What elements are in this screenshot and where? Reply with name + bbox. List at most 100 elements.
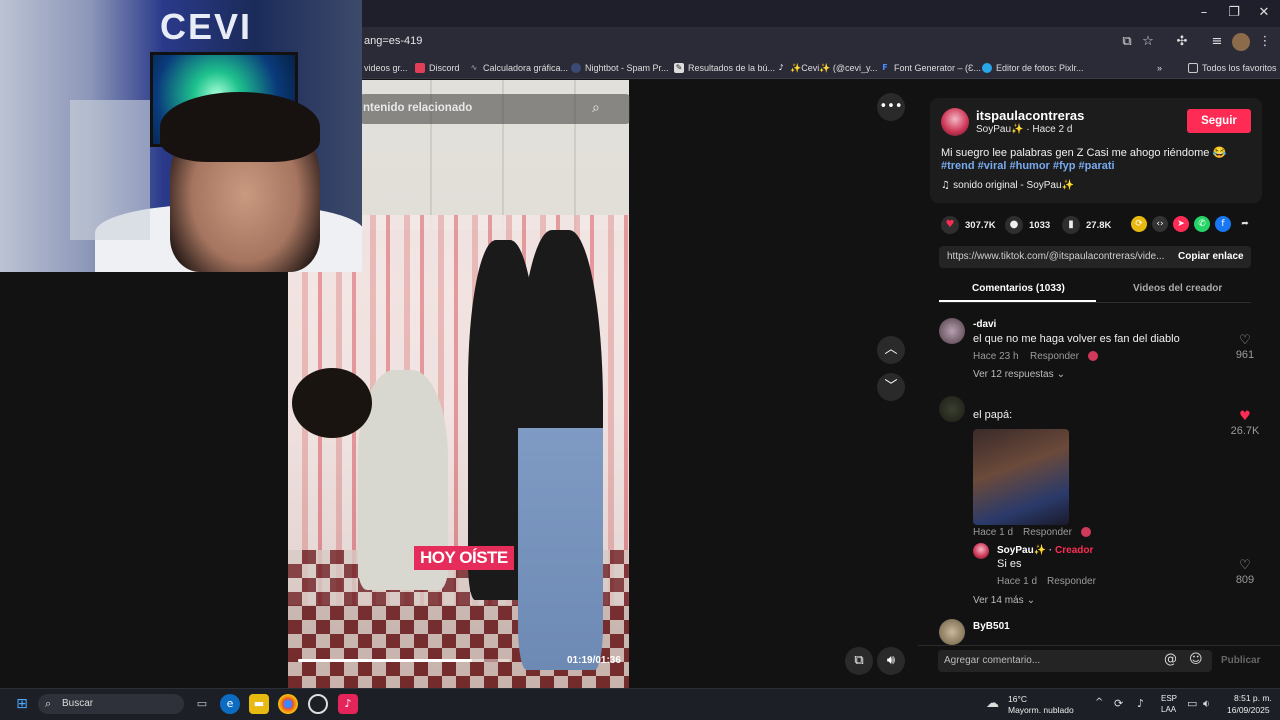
comment-liked-heart-icon[interactable]: ♥	[1230, 409, 1260, 424]
creator-subline: SoyPau✨ · Hace 2 d	[976, 124, 1073, 135]
like-stat[interactable]: ♥ 307.7K	[941, 216, 996, 234]
install-app-icon[interactable]: ⧉	[1118, 33, 1136, 51]
tray-chevron-up-icon[interactable]: ^	[1095, 697, 1103, 708]
obs-icon[interactable]	[308, 694, 328, 714]
microphone-icon[interactable]: ♪	[1137, 697, 1144, 710]
reply-username[interactable]: SoyPau✨ · Creador	[997, 545, 1093, 556]
save-count: 27.8K	[1086, 219, 1112, 231]
bookmarks-overflow-icon[interactable]: »	[1157, 60, 1162, 76]
view-more-replies-button[interactable]: Ver 14 más ⌄	[973, 595, 1035, 606]
menu-kebab-icon[interactable]: ⋮	[1256, 33, 1274, 51]
previous-video-button[interactable]: ︿	[877, 336, 905, 364]
volume-button[interactable]: 🔊︎	[877, 647, 905, 675]
reply-button[interactable]: Responder	[1023, 527, 1072, 538]
desmos-icon: ∿	[470, 63, 478, 72]
comment-placeholder[interactable]: Agregar comentario...	[944, 655, 1040, 666]
chrome-icon[interactable]	[278, 694, 298, 714]
related-search-placeholder[interactable]: ntenido relacionado	[363, 102, 472, 114]
bookmark-2[interactable]: ∿ Calculadora gráfica...	[469, 60, 568, 76]
tab-creator-videos[interactable]: Videos del creador	[1133, 283, 1222, 294]
sound-label: sonido original - SoyPau✨	[953, 180, 1075, 191]
url-text[interactable]: ang=es-419	[364, 35, 422, 47]
tiktok-icon: ♪	[778, 63, 784, 72]
comment-avatar[interactable]	[939, 619, 965, 645]
comment-image[interactable]	[973, 429, 1069, 525]
file-explorer-icon[interactable]: ▬	[249, 694, 269, 714]
comment-text: el papá:	[973, 409, 1013, 421]
taskbar-search-text[interactable]: Buscar	[62, 698, 93, 709]
pip-button[interactable]: ⧉	[845, 647, 873, 675]
creator-liked-icon	[1088, 351, 1098, 361]
comment-like-icon[interactable]: ♡	[1230, 333, 1260, 348]
clock-date[interactable]: 16/09/2025	[1227, 705, 1270, 715]
sound-link[interactable]: ♫ sonido original - SoyPau✨	[941, 180, 1074, 191]
extensions-icon[interactable]: ✣	[1173, 33, 1191, 51]
reply-avatar[interactable]	[973, 543, 989, 559]
reply-like-icon[interactable]: ♡	[1230, 558, 1260, 573]
comment-avatar[interactable]	[939, 396, 965, 422]
bookmark-0[interactable]: videos gr...	[364, 60, 408, 76]
bookmark-star-icon[interactable]: ☆	[1139, 33, 1157, 51]
close-button[interactable]: ✕	[1252, 4, 1276, 22]
mention-icon[interactable]: @	[1164, 652, 1177, 667]
comment-username[interactable]: ByB501	[973, 621, 1010, 632]
bookmark-6[interactable]: F Font Generator – (Ɛ...	[880, 60, 981, 76]
video-progress-fill[interactable]	[298, 659, 472, 662]
profile-avatar-icon[interactable]	[1232, 33, 1250, 51]
chevron-down-icon: ⌄	[1053, 369, 1066, 380]
restore-button[interactable]: ❐	[1222, 4, 1246, 22]
view-replies-button[interactable]: Ver 12 respuestas ⌄	[973, 369, 1065, 380]
tiktok-app-icon[interactable]: ♪	[338, 694, 358, 714]
facebook-icon[interactable]: f	[1215, 216, 1231, 232]
music-note-icon: ♫	[941, 180, 954, 191]
emoji-icon[interactable]: ☺	[1189, 652, 1203, 667]
clock-time[interactable]: 8:51 p. m.	[1234, 693, 1272, 703]
webcam-overlay: CEVI	[0, 0, 362, 272]
search-icon[interactable]: ⌕	[592, 100, 600, 116]
bookmark-5[interactable]: ♪ ✨Cevi✨ (@cevi_y...	[776, 60, 877, 76]
bookmark-1[interactable]: Discord	[415, 60, 460, 76]
share-link-text[interactable]: https://www.tiktok.com/@itspaulacontrera…	[947, 251, 1165, 262]
creator-liked-icon	[1081, 527, 1091, 537]
comment-username[interactable]: -davi	[973, 319, 996, 330]
save-stat[interactable]: ▮ 27.8K	[1062, 216, 1111, 234]
sync-icon[interactable]: ⟳	[1114, 697, 1123, 710]
weather-desc[interactable]: Mayorm. nublado	[1008, 705, 1074, 715]
webcam-hair	[160, 92, 320, 162]
reply-button[interactable]: Responder	[1047, 576, 1096, 587]
reply-button[interactable]: Responder	[1030, 351, 1079, 362]
bookmark-4[interactable]: ✎ Resultados de la bú...	[674, 60, 775, 76]
media-control-icon[interactable]: ≡	[1208, 33, 1226, 51]
repost-icon[interactable]: ⟳	[1131, 216, 1147, 232]
creator-username[interactable]: itspaulacontreras	[976, 108, 1084, 123]
taskbar-search[interactable]	[38, 694, 184, 714]
more-options-button[interactable]: •••	[877, 93, 905, 121]
comment-stat[interactable]: ● 1033	[1005, 216, 1050, 234]
weather-temp[interactable]: 16°C	[1008, 694, 1027, 704]
speaker-icon[interactable]: 🔉︎	[1203, 697, 1210, 711]
video-description: Mi suegro lee palabras gen Z Casi me aho…	[941, 147, 1227, 159]
language-indicator[interactable]: ESP	[1161, 694, 1177, 703]
edge-icon[interactable]: e	[220, 694, 240, 714]
network-icon[interactable]: ▭	[1187, 697, 1197, 710]
creator-avatar[interactable]	[941, 108, 969, 136]
bookmark-3[interactable]: Nightbot - Spam Pr...	[571, 60, 669, 76]
publish-button[interactable]: Publicar	[1221, 655, 1260, 666]
comment-avatar[interactable]	[939, 318, 965, 344]
follow-button[interactable]: Seguir	[1187, 109, 1251, 133]
keyboard-layout-indicator[interactable]: LAA	[1161, 705, 1176, 714]
whatsapp-icon[interactable]: ✆	[1194, 216, 1210, 232]
tab-comments[interactable]: Comentarios (1033)	[972, 283, 1065, 294]
bookmark-7[interactable]: Editor de fotos: Pixlr...	[982, 60, 1084, 76]
video-hashtags[interactable]: #trend #viral #humor #fyp #parati	[941, 160, 1115, 172]
next-video-button[interactable]: ﹀	[877, 373, 905, 401]
comment-time: Hace 1 d	[973, 527, 1014, 538]
copy-link-button[interactable]: Copiar enlace	[1178, 251, 1244, 262]
embed-icon[interactable]: ‹›	[1152, 216, 1168, 232]
windows-start-icon[interactable]: ⊞	[12, 694, 32, 714]
all-favorites-button[interactable]: Todos los favoritos	[1188, 60, 1277, 76]
task-view-icon[interactable]: ▭	[192, 694, 212, 714]
send-icon[interactable]: ➤	[1173, 216, 1189, 232]
share-more-icon[interactable]: ➦	[1237, 216, 1253, 232]
minimize-button[interactable]: –	[1192, 4, 1216, 22]
